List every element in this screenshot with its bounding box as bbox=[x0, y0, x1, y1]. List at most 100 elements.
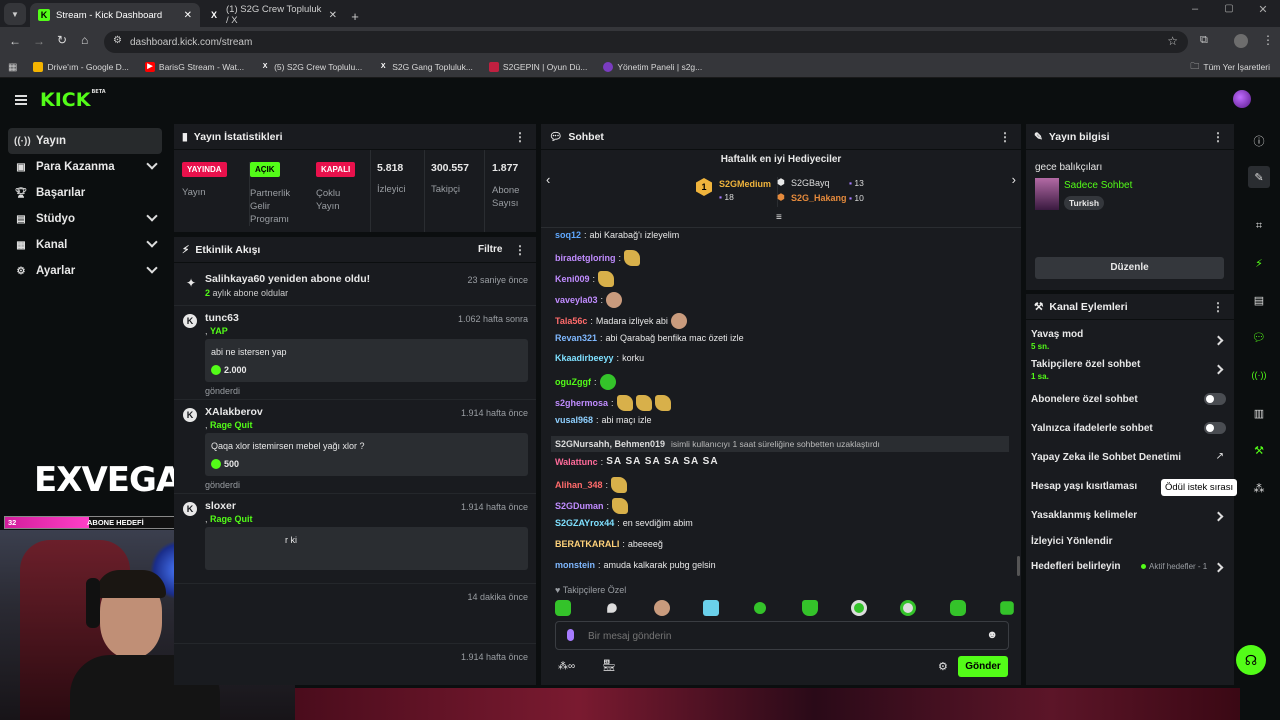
chat-username[interactable]: Alihan_348 bbox=[555, 480, 603, 490]
emote-icon[interactable] bbox=[702, 600, 719, 616]
close-tab-icon[interactable]: ✕ bbox=[184, 10, 192, 21]
stream-info-menu-icon[interactable]: ⋮ bbox=[1212, 130, 1224, 144]
pen-icon[interactable]: ✎ bbox=[1248, 166, 1270, 188]
bookmark-x-gang[interactable]: X S2G Gang Topluluk... bbox=[378, 62, 473, 72]
server-icon[interactable]: ▥ bbox=[1248, 402, 1270, 424]
sidebar-item-ayarlar[interactable]: ⚙ Ayarlar bbox=[8, 258, 162, 284]
sidebar-item-yayin[interactable]: ((·)) Yayın bbox=[8, 128, 162, 154]
action-ai-moderation[interactable]: Yapay Zeka ile Sohbet Denetimi ↗ bbox=[1026, 446, 1234, 470]
user-avatar[interactable] bbox=[1233, 90, 1251, 108]
channel-actions-menu-icon[interactable]: ⋮ bbox=[1212, 300, 1224, 314]
bookmark-s2gepin[interactable]: S2GEPIN | Oyun Dü... bbox=[488, 62, 587, 72]
emote-icon[interactable] bbox=[607, 603, 618, 613]
new-tab-button[interactable]: + bbox=[345, 5, 365, 27]
chat-username[interactable]: S2GNursahh, Behmen019 bbox=[555, 439, 665, 449]
lightning-icon[interactable]: ⚡︎ bbox=[1248, 252, 1270, 274]
chat-menu-icon[interactable]: ⋮ bbox=[999, 130, 1011, 144]
chat-input-box[interactable]: ☻ bbox=[555, 621, 1009, 650]
bookmark-x-crew[interactable]: X (5) S2G Crew Toplulu... bbox=[260, 62, 363, 72]
capture-icon[interactable]: ⌗ bbox=[1248, 215, 1270, 237]
stats-menu-icon[interactable]: ⋮ bbox=[514, 130, 526, 144]
site-info-icon[interactable]: ⚙ bbox=[113, 35, 122, 46]
send-button[interactable]: Gönder bbox=[958, 656, 1008, 677]
action-slow-mode[interactable]: Yavaş mod 5 sn. bbox=[1026, 324, 1234, 354]
emote-icon[interactable] bbox=[754, 602, 767, 614]
pinned-toggle-icon[interactable]: ≡ bbox=[776, 212, 782, 223]
prev-arrow-icon[interactable]: ‹ bbox=[546, 172, 550, 187]
home-icon[interactable]: ⌂ bbox=[81, 33, 88, 47]
microphone-icon[interactable] bbox=[567, 629, 574, 641]
chat-username[interactable]: s2ghermosa bbox=[555, 398, 608, 408]
bookmark-youtube[interactable]: ▶ BarisG Stream - Wat... bbox=[144, 62, 244, 72]
close-window-button[interactable]: ✕ bbox=[1246, 3, 1280, 27]
document-icon[interactable]: ▤ bbox=[1248, 289, 1270, 311]
broadcast-icon[interactable]: ((·)) bbox=[1248, 364, 1270, 386]
chat-username[interactable]: S2GZAYrox44 bbox=[555, 518, 614, 528]
chat-username[interactable]: biradetgloring bbox=[555, 253, 616, 263]
browser-menu-icon[interactable]: ⋮ bbox=[1262, 33, 1274, 47]
profile-avatar[interactable] bbox=[1234, 34, 1248, 48]
emote-icon[interactable] bbox=[1000, 601, 1014, 615]
support-button[interactable]: ☊ bbox=[1236, 645, 1266, 675]
all-bookmarks[interactable]: 🗀 Tüm Yer İşaretleri bbox=[1190, 59, 1270, 75]
kick-points-icon[interactable]: ⁂∞ bbox=[558, 661, 575, 672]
action-banned-words[interactable]: Yasaklanmış kelimeler bbox=[1026, 504, 1234, 528]
sidebar-item-studyo[interactable]: ▤ Stüdyo bbox=[8, 206, 162, 232]
sidebar-item-para-kazanma[interactable]: ▣ Para Kazanma bbox=[8, 154, 162, 180]
rewards-icon[interactable]: ⁂ bbox=[1248, 477, 1270, 499]
bookmark-admin-panel[interactable]: Yönetim Paneli | s2g... bbox=[603, 62, 702, 72]
info-icon[interactable]: ⓘ bbox=[1248, 130, 1270, 152]
emotes-only-toggle[interactable] bbox=[1204, 422, 1226, 434]
wrench-icon[interactable]: ⚒ bbox=[1248, 439, 1270, 461]
reload-icon[interactable]: ↻ bbox=[57, 33, 67, 47]
apps-grid-icon[interactable]: ▦ bbox=[8, 62, 17, 73]
chat-username[interactable]: vusal968 bbox=[555, 415, 593, 425]
bookmark-drive[interactable]: Drive'ım - Google D... bbox=[33, 62, 129, 72]
close-tab-icon[interactable]: ✕ bbox=[329, 10, 337, 21]
emote-icon[interactable] bbox=[801, 600, 818, 616]
maximize-button[interactable]: ▢ bbox=[1212, 3, 1246, 27]
chat-username[interactable]: monstein bbox=[555, 560, 595, 570]
chat-username[interactable]: Revan321 bbox=[555, 333, 597, 343]
chat-username[interactable]: S2GDuman bbox=[555, 501, 604, 511]
chat-username[interactable]: BERATKARALI bbox=[555, 539, 619, 549]
chat-username[interactable]: Keni009 bbox=[555, 274, 590, 284]
emoji-icon[interactable]: ☻ bbox=[986, 629, 998, 641]
action-followers-only[interactable]: Takipçilere özel sohbet 1 sa. bbox=[1026, 354, 1234, 384]
sidebar-item-basarilar[interactable]: 🏆︎ Başarılar bbox=[8, 180, 162, 206]
back-icon[interactable]: ← bbox=[9, 34, 21, 48]
chat-settings-icon[interactable]: ⚙ bbox=[938, 660, 948, 673]
emote-icon[interactable] bbox=[949, 600, 966, 616]
chat-bubble-icon[interactable]: 💬︎ bbox=[1248, 326, 1270, 348]
chat-message-input[interactable] bbox=[588, 628, 968, 644]
minimize-button[interactable]: – bbox=[1178, 3, 1212, 27]
action-redirect-viewers[interactable]: İzleyici Yönlendir bbox=[1026, 530, 1234, 554]
activity-menu-icon[interactable]: ⋮ bbox=[514, 243, 526, 257]
forward-icon[interactable]: → bbox=[33, 34, 45, 48]
emote-icon[interactable] bbox=[900, 600, 917, 616]
emote-icon[interactable] bbox=[653, 600, 670, 616]
emote-icon[interactable] bbox=[850, 600, 867, 616]
hamburger-menu-icon[interactable] bbox=[15, 95, 27, 105]
kick-logo[interactable]: KICKBETA bbox=[40, 89, 106, 111]
chat-scrollbar[interactable] bbox=[1017, 556, 1020, 576]
next-arrow-icon[interactable]: › bbox=[1012, 172, 1016, 187]
extensions-icon[interactable]: ⧉ bbox=[1200, 34, 1208, 47]
chat-username[interactable]: Walattunc bbox=[555, 457, 598, 467]
action-set-goals[interactable]: Hedefleri belirleyin Aktif hedefler - 1 bbox=[1026, 555, 1234, 579]
chat-username[interactable]: Tala56c bbox=[555, 316, 587, 326]
edit-stream-button[interactable]: Düzenle bbox=[1035, 257, 1224, 279]
bookmark-star-icon[interactable]: ☆ bbox=[1167, 34, 1178, 48]
tab-kick-dashboard[interactable]: K Stream - Kick Dashboard ✕ bbox=[30, 3, 200, 27]
emote-icon[interactable] bbox=[555, 600, 571, 616]
chat-username[interactable]: soq12 bbox=[555, 230, 581, 240]
chat-username[interactable]: oguZggf bbox=[555, 377, 591, 387]
tab-x-community[interactable]: X (1) S2G Crew Topluluk / X ✕ bbox=[200, 3, 345, 27]
subscribers-only-toggle[interactable] bbox=[1204, 393, 1226, 405]
url-bar[interactable]: ⚙ dashboard.kick.com/stream ☆ bbox=[104, 31, 1188, 53]
chat-username[interactable]: Kkaadirbeeyy bbox=[555, 353, 614, 363]
chat-username[interactable]: vaveyla03 bbox=[555, 295, 598, 305]
sidebar-item-kanal[interactable]: ▦ Kanal bbox=[8, 232, 162, 258]
tab-list-button[interactable]: ▼ bbox=[4, 3, 26, 25]
store-icon[interactable]: 🏪︎ bbox=[602, 659, 616, 672]
